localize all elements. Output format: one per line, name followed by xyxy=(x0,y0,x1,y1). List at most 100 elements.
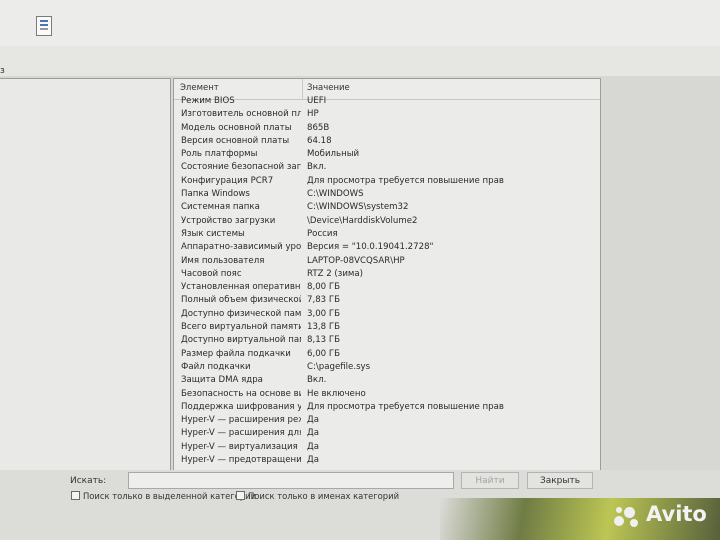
row-value: C:\pagefile.sys xyxy=(307,361,371,372)
row-value: \Device\HarddiskVolume2 xyxy=(307,215,418,226)
row-element: Модель основной платы xyxy=(181,122,292,133)
table-row[interactable]: Аппаратно-зависимый уровен... Версия = "1… xyxy=(174,242,600,255)
table-row[interactable]: Полный объем физической па... 7,83 ГБ xyxy=(174,295,600,308)
search-selected-category-option[interactable]: Поиск только в выделенной категории xyxy=(71,491,256,503)
details-list[interactable]: Элемент Значение Режим BIOS UEFI Изготовит… xyxy=(173,78,601,472)
find-button[interactable]: Найти xyxy=(461,472,519,489)
list-rows: Режим BIOS UEFI Изготовитель основной плат… xyxy=(174,96,600,468)
row-value: Для просмотра требуется повышение прав xyxy=(307,401,504,412)
row-value: Мобильный xyxy=(307,149,360,160)
row-element: Установленная оперативная п... xyxy=(181,282,301,293)
row-element: Устройство загрузки xyxy=(181,215,276,226)
row-value: RTZ 2 (зима) xyxy=(307,268,364,279)
row-element: Режим BIOS xyxy=(181,96,235,106)
column-header-value[interactable]: Значение xyxy=(307,83,350,93)
search-label: Искать: xyxy=(70,476,107,486)
search-input[interactable] xyxy=(128,472,454,489)
table-row[interactable]: Системная папка C:\WINDOWS\system32 xyxy=(174,202,600,215)
row-value: Вкл. xyxy=(307,162,327,173)
table-row[interactable]: Устройство загрузки \Device\HarddiskVolum… xyxy=(174,216,600,229)
table-row[interactable]: Роль платформы Мобильный xyxy=(174,149,600,162)
title-bar xyxy=(0,0,720,46)
row-element: Hyper-V — расширения режи... xyxy=(181,415,301,426)
table-row[interactable]: Папка Windows C:\WINDOWS xyxy=(174,189,600,202)
row-value: Не включено xyxy=(307,388,366,399)
row-element: Всего виртуальной памяти xyxy=(181,322,301,333)
row-element: Защита DMA ядра xyxy=(181,375,263,386)
row-value: Да xyxy=(307,415,319,426)
row-value: 13,8 ГБ xyxy=(307,322,341,333)
row-element: Конфигурация PCR7 xyxy=(181,175,274,186)
table-row[interactable]: Поддержка шифрования устр... Для просмотр… xyxy=(174,402,600,415)
row-element: Папка Windows xyxy=(181,189,250,200)
table-row[interactable]: Конфигурация PCR7 Для просмотра требуется… xyxy=(174,176,600,189)
row-value: 865B xyxy=(307,122,330,133)
row-element: Язык системы xyxy=(181,228,245,239)
row-element: Имя пользователя xyxy=(181,255,265,266)
row-element: Файл подкачки xyxy=(181,361,251,372)
row-element: Полный объем физической па... xyxy=(181,295,301,306)
row-element: Безопасность на основе вирту... xyxy=(181,388,301,399)
row-value: 8,13 ГБ xyxy=(307,335,341,346)
table-row[interactable]: Версия основной платы 64.18 xyxy=(174,136,600,149)
row-value: LAPTOP-08VCQSAR\HP xyxy=(307,255,405,266)
table-row[interactable]: Доступно виртуальной памяти 8,13 ГБ xyxy=(174,335,600,348)
table-row[interactable]: Состояние безопасной загруз... Вкл. xyxy=(174,162,600,175)
table-row[interactable]: Установленная оперативная п... 8,00 ГБ xyxy=(174,282,600,295)
checkbox-icon[interactable] xyxy=(71,491,80,500)
row-element: Системная папка xyxy=(181,202,260,213)
row-element: Изготовитель основной платы xyxy=(181,109,301,120)
table-row[interactable]: Модель основной платы 865B xyxy=(174,123,600,136)
column-header-element[interactable]: Элемент xyxy=(180,83,219,93)
table-row[interactable]: Размер файла подкачки 6,00 ГБ xyxy=(174,349,600,362)
row-value: 7,83 ГБ xyxy=(307,295,341,306)
row-element: Аппаратно-зависимый уровен... xyxy=(181,242,301,253)
avito-watermark: Avito xyxy=(610,500,716,530)
row-value: C:\WINDOWS xyxy=(307,189,364,200)
close-button[interactable]: Закрыть xyxy=(527,472,593,489)
system-info-app-icon xyxy=(36,16,52,36)
table-row[interactable]: Hyper-V — расширения для п... Да xyxy=(174,428,600,441)
row-element: Hyper-V — виртуализация вкл... xyxy=(181,441,301,452)
menu-item-view[interactable]: з xyxy=(0,66,5,76)
row-value: Россия xyxy=(307,228,338,239)
table-row[interactable]: Часовой пояс RTZ 2 (зима) xyxy=(174,269,600,282)
category-tree[interactable] xyxy=(0,78,171,472)
row-element: Роль платформы xyxy=(181,149,258,160)
row-value: 3,00 ГБ xyxy=(307,308,341,319)
search-selected-category-label: Поиск только в выделенной категории xyxy=(83,491,257,501)
table-row[interactable]: Hyper-V — предотвращение в... Да xyxy=(174,455,600,468)
table-row[interactable]: Изготовитель основной платы HP xyxy=(174,109,600,122)
table-row[interactable]: Файл подкачки C:\pagefile.sys xyxy=(174,362,600,375)
table-row[interactable]: Режим BIOS UEFI xyxy=(174,96,600,109)
search-category-names-option[interactable]: Поиск только в именах категорий xyxy=(236,491,399,503)
row-value: Для просмотра требуется повышение прав xyxy=(307,175,504,186)
row-value: 6,00 ГБ xyxy=(307,348,341,359)
row-element: Часовой пояс xyxy=(181,268,242,279)
table-row[interactable]: Доступно физической памяти 3,00 ГБ xyxy=(174,309,600,322)
table-row[interactable]: Язык системы Россия xyxy=(174,229,600,242)
row-value: Да xyxy=(307,428,319,439)
table-row[interactable]: Безопасность на основе вирту... Не включе… xyxy=(174,389,600,402)
row-element: Доступно виртуальной памяти xyxy=(181,335,301,346)
table-row[interactable]: Hyper-V — расширения режи... Да xyxy=(174,415,600,428)
table-row[interactable]: Всего виртуальной памяти 13,8 ГБ xyxy=(174,322,600,335)
row-element: Размер файла подкачки xyxy=(181,348,291,359)
checkbox-icon[interactable] xyxy=(236,491,245,500)
row-element: Доступно физической памяти xyxy=(181,308,301,319)
row-element: Версия основной платы xyxy=(181,135,290,146)
row-value: 64.18 xyxy=(307,135,332,146)
row-value: UEFI xyxy=(307,96,327,106)
table-row[interactable]: Hyper-V — виртуализация вкл... Да xyxy=(174,442,600,455)
row-value: Вкл. xyxy=(307,375,327,386)
row-element: Поддержка шифрования устр... xyxy=(181,401,301,412)
table-row[interactable]: Защита DMA ядра Вкл. xyxy=(174,375,600,388)
row-element: Hyper-V — предотвращение в... xyxy=(181,455,301,466)
system-info-window: з Элемент Значение Режим BIOS UEFI Изготов… xyxy=(0,0,720,540)
row-value: Да xyxy=(307,441,319,452)
row-value: Версия = "10.0.19041.2728" xyxy=(307,242,434,253)
row-value: HP xyxy=(307,109,319,120)
row-element: Hyper-V — расширения для п... xyxy=(181,428,301,439)
row-value: C:\WINDOWS\system32 xyxy=(307,202,409,213)
table-row[interactable]: Имя пользователя LAPTOP-08VCQSAR\HP xyxy=(174,256,600,269)
